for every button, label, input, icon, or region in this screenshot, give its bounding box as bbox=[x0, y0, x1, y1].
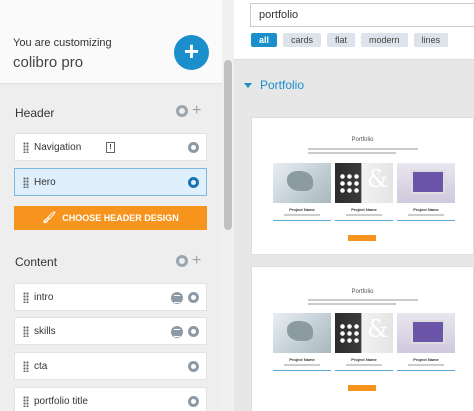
item-label: intro bbox=[34, 292, 54, 303]
caret-down-icon bbox=[244, 83, 252, 89]
filter-chip-lines[interactable]: lines bbox=[413, 33, 449, 47]
item-label: Navigation bbox=[34, 142, 82, 153]
gear-icon[interactable] bbox=[188, 361, 199, 372]
filter-chips: all cards flat modern lines bbox=[251, 33, 449, 47]
drag-handle-icon[interactable] bbox=[23, 292, 29, 303]
header-section-actions: + bbox=[176, 103, 201, 119]
project-name: Project Name bbox=[351, 207, 377, 212]
project-name: Project Name bbox=[351, 357, 377, 362]
category-label: Portfolio bbox=[260, 78, 305, 92]
customizing-header: You are customizing colibro pro + bbox=[0, 0, 222, 84]
gear-icon[interactable] bbox=[188, 396, 199, 407]
choose-header-design-button[interactable]: 🖌 CHOOSE HEADER DESIGN bbox=[14, 206, 207, 230]
item-label: cta bbox=[34, 361, 48, 372]
project-card: Project Name bbox=[273, 313, 331, 371]
filter-chip-modern[interactable]: modern bbox=[361, 33, 408, 47]
project-card: Project Name bbox=[335, 163, 393, 221]
project-card: Project Name bbox=[397, 163, 455, 221]
filter-chip-flat[interactable]: flat bbox=[327, 33, 356, 47]
section-library-panel: all cards flat modern lines Portfolio Po… bbox=[234, 0, 474, 411]
project-name: Project Name bbox=[413, 357, 439, 362]
preview-title: Portfolio bbox=[351, 137, 374, 143]
library-topbar: all cards flat modern lines bbox=[234, 0, 474, 60]
scrollbar-thumb[interactable] bbox=[224, 60, 232, 230]
search-input[interactable] bbox=[250, 3, 474, 27]
content-add-plus-icon[interactable]: + bbox=[192, 253, 201, 269]
menu-icon[interactable] bbox=[171, 326, 183, 338]
content-settings-gear-icon[interactable] bbox=[176, 255, 188, 267]
gear-icon[interactable] bbox=[188, 142, 199, 153]
preview-description bbox=[308, 148, 418, 155]
portfolio-preview-card[interactable]: Portfolio Project Name Project Name Proj… bbox=[251, 117, 474, 255]
preview-button bbox=[348, 385, 376, 391]
project-thumbnail bbox=[397, 313, 455, 353]
customizing-subtitle: You are customizing bbox=[13, 37, 112, 49]
project-thumbnail bbox=[273, 163, 331, 203]
portfolio-preview-card[interactable]: Portfolio Project Name Project Name Proj… bbox=[251, 266, 474, 411]
list-item-navigation[interactable]: Navigation ! bbox=[14, 133, 207, 161]
project-thumbnail bbox=[335, 313, 393, 353]
info-icon[interactable]: ! bbox=[106, 142, 115, 153]
list-item-intro[interactable]: intro bbox=[14, 283, 207, 311]
list-item-hero[interactable]: Hero bbox=[14, 168, 207, 196]
left-panel: You are customizing colibro pro + Header… bbox=[0, 0, 234, 411]
project-card: Project Name bbox=[273, 163, 331, 221]
preview-cards: Project Name Project Name Project Name bbox=[273, 313, 455, 371]
drag-handle-icon[interactable] bbox=[23, 361, 29, 372]
list-item-cta[interactable]: cta bbox=[14, 352, 207, 380]
content-section-title: Content bbox=[15, 255, 58, 269]
filter-chip-cards[interactable]: cards bbox=[283, 33, 322, 47]
preview-button bbox=[348, 235, 376, 241]
choose-header-label: CHOOSE HEADER DESIGN bbox=[62, 213, 179, 223]
preview-title: Portfolio bbox=[351, 289, 374, 295]
project-card: Project Name bbox=[397, 313, 455, 371]
gear-icon[interactable] bbox=[188, 177, 199, 188]
gear-icon[interactable] bbox=[188, 292, 199, 303]
theme-name: colibro pro bbox=[13, 54, 84, 71]
drag-handle-icon[interactable] bbox=[23, 142, 29, 153]
project-thumbnail bbox=[335, 163, 393, 203]
preview-cards: Project Name Project Name Project Name bbox=[273, 163, 455, 221]
list-item-skills[interactable]: skills bbox=[14, 317, 207, 345]
add-section-button[interactable]: + bbox=[174, 35, 209, 70]
project-name: Project Name bbox=[289, 207, 315, 212]
portfolio-category-toggle[interactable]: Portfolio bbox=[244, 78, 304, 92]
menu-icon[interactable] bbox=[171, 292, 183, 304]
drag-handle-icon[interactable] bbox=[23, 326, 29, 337]
item-label: Hero bbox=[34, 177, 56, 188]
project-thumbnail bbox=[273, 313, 331, 353]
drag-handle-icon[interactable] bbox=[23, 177, 29, 188]
project-thumbnail bbox=[397, 163, 455, 203]
content-section-actions: + bbox=[176, 253, 201, 269]
item-label: portfolio title bbox=[34, 396, 88, 407]
item-label: skills bbox=[34, 326, 56, 337]
header-section-title: Header bbox=[15, 106, 55, 120]
left-panel-scrollbar[interactable] bbox=[222, 0, 234, 411]
header-settings-gear-icon[interactable] bbox=[176, 105, 188, 117]
customizer-window: You are customizing colibro pro + Header… bbox=[0, 0, 474, 411]
filter-chip-all[interactable]: all bbox=[251, 33, 278, 47]
drag-handle-icon[interactable] bbox=[23, 396, 29, 407]
list-item-portfolio-title[interactable]: portfolio title bbox=[14, 387, 207, 411]
project-name: Project Name bbox=[413, 207, 439, 212]
project-card: Project Name bbox=[335, 313, 393, 371]
project-name: Project Name bbox=[289, 357, 315, 362]
paintbrush-icon: 🖌 bbox=[42, 212, 57, 224]
gear-icon[interactable] bbox=[188, 326, 199, 337]
header-add-plus-icon[interactable]: + bbox=[192, 103, 201, 119]
preview-description bbox=[308, 299, 418, 306]
